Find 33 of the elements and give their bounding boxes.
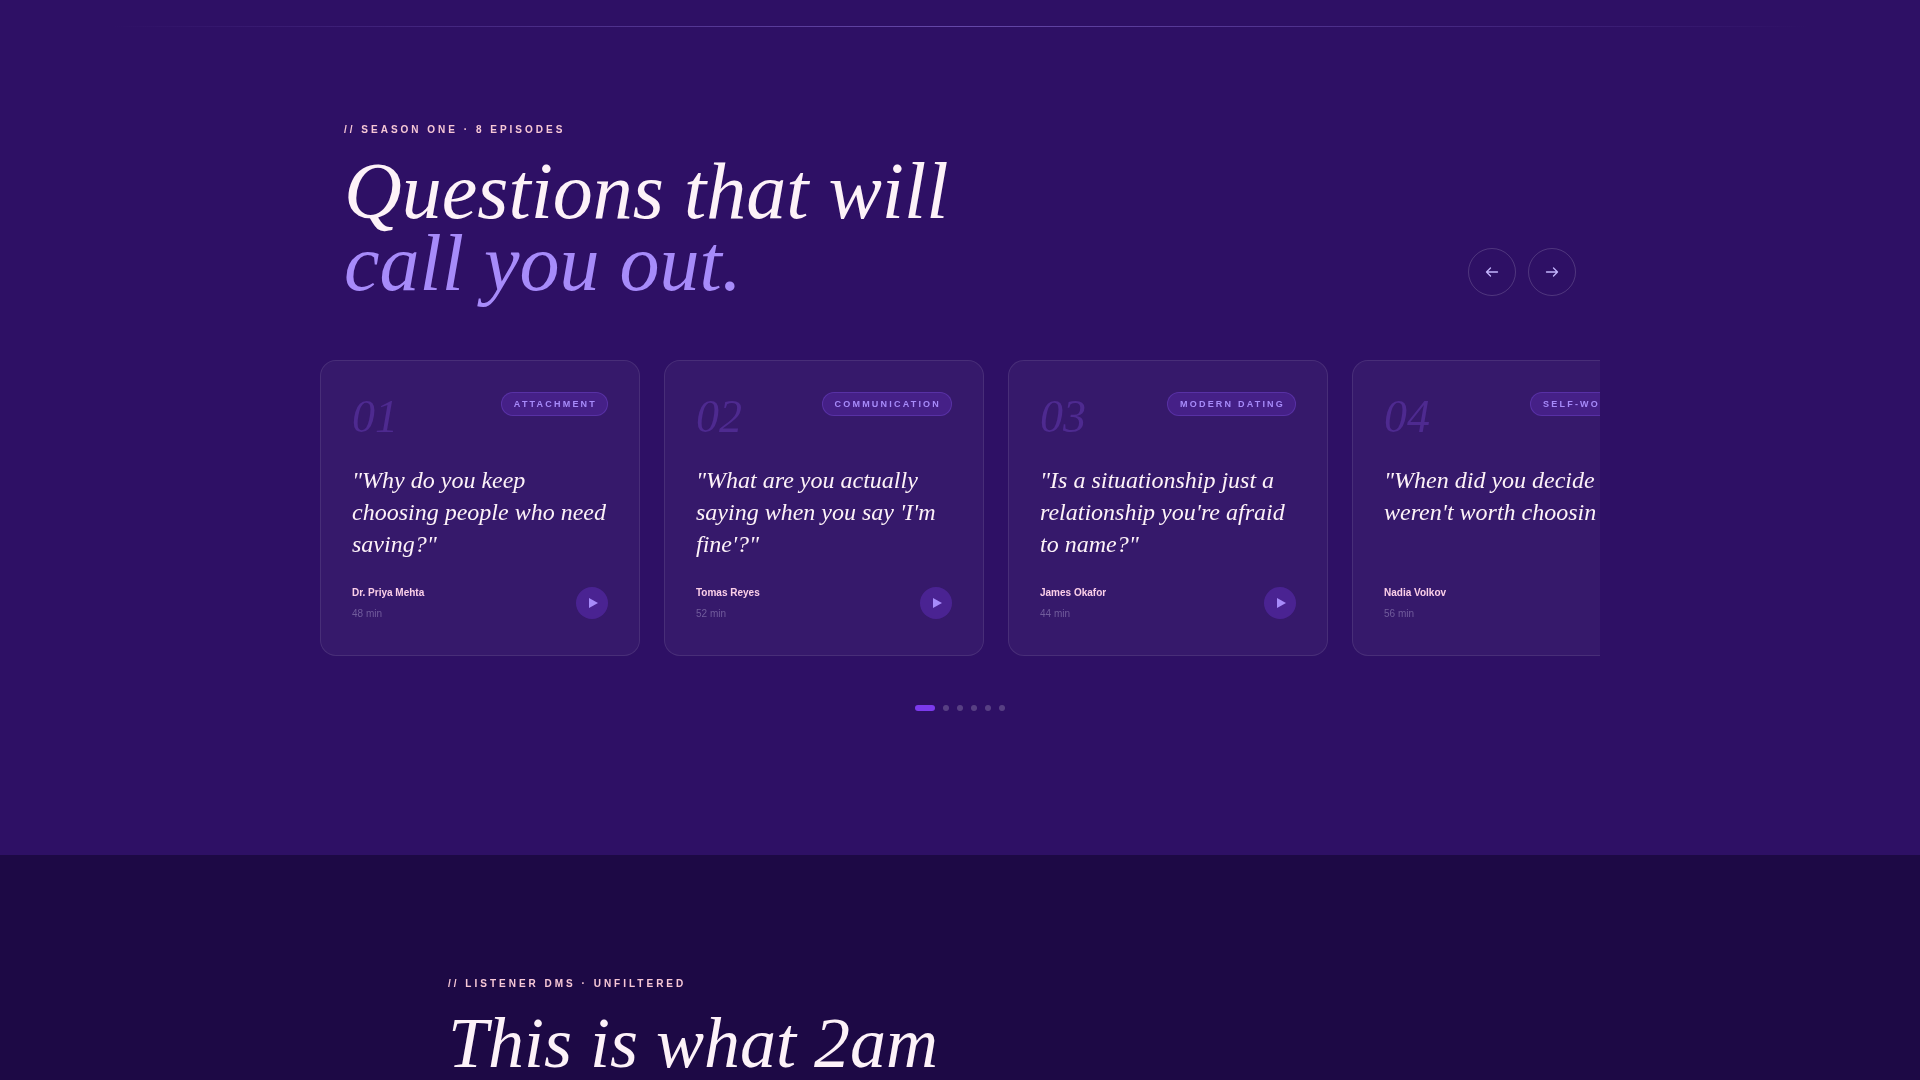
- pagination-dot[interactable]: [971, 705, 977, 711]
- category-tag: COMMUNICATION: [821, 392, 952, 416]
- guest-name: Dr. Priya Mehta: [352, 586, 425, 600]
- pagination-dot[interactable]: [957, 705, 963, 711]
- section-eyebrow: // SEASON ONE · 8 EPISODES: [344, 123, 566, 137]
- guest-name: Tomas Reyes: [696, 586, 760, 600]
- play-icon: [1276, 598, 1286, 608]
- episode-duration: 48 min: [352, 607, 383, 621]
- play-button[interactable]: [576, 587, 608, 619]
- guest-name: James Okafor: [1040, 586, 1107, 600]
- section-title: Questions that will call you out.: [344, 147, 950, 309]
- play-icon: [588, 598, 598, 608]
- arrow-right-icon: [1544, 264, 1560, 280]
- pagination-dot[interactable]: [943, 705, 949, 711]
- category-tag: SELF-WO: [1530, 392, 1600, 416]
- episode-quote: "Why do you keep choosing people who need saving?": [352, 466, 607, 559]
- arrow-left-icon: [1484, 264, 1500, 280]
- pagination-dot[interactable]: [999, 705, 1005, 711]
- section-title: This is what 2am: [448, 1011, 940, 1076]
- guest-name: Nadia Volkov: [1384, 586, 1447, 600]
- play-icon: [932, 598, 942, 608]
- play-button[interactable]: [1264, 587, 1296, 619]
- category-tag: MODERN DATING: [1167, 392, 1296, 416]
- play-button[interactable]: [920, 587, 952, 619]
- episode-quote: "When did you decide weren't worth choosin: [1384, 466, 1598, 527]
- episode-duration: 56 min: [1384, 607, 1415, 621]
- episode-quote: "Is a situationship just a relationship you're afraid to name?": [1040, 466, 1286, 559]
- category-tag: ATTACHMENT: [500, 392, 608, 416]
- episode-quote: "What are you actually saying when you say 'I'm fine'?": [696, 466, 937, 559]
- episode-duration: 44 min: [1040, 607, 1071, 621]
- episode-duration: 52 min: [696, 607, 727, 621]
- pagination-dot[interactable]: [985, 705, 991, 711]
- section-eyebrow: // LISTENER DMS · UNFILTERED: [448, 977, 687, 991]
